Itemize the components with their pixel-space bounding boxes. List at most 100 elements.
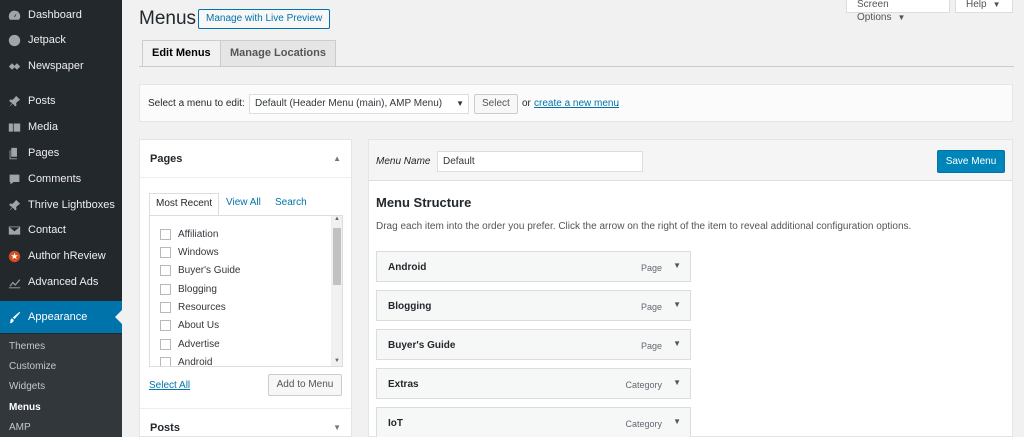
checkbox[interactable] (160, 228, 171, 240)
screen-options-label: Screen Options (857, 0, 892, 23)
help-button[interactable]: Help ▼ (955, 0, 1013, 13)
tab-view-all[interactable]: View All (226, 197, 261, 208)
checkbox[interactable] (160, 264, 171, 276)
page-label: Buyer's Guide (178, 264, 241, 276)
pages-checklist: Affiliation Windows Buyer's Guide Bloggi… (149, 215, 343, 367)
submenu-amp[interactable]: AMP (9, 422, 31, 433)
page-label: Blogging (178, 283, 217, 295)
posts-accordion-header[interactable]: Posts ▼ (140, 408, 351, 437)
menu-item[interactable]: IoT Category ▼ (376, 407, 691, 437)
checkbox[interactable] (160, 338, 171, 350)
sidebar-item-pages[interactable]: Pages (0, 141, 122, 165)
pages-title: Pages (150, 153, 183, 165)
add-to-menu-button[interactable]: Add to Menu (268, 374, 342, 396)
menu-item-title: IoT (388, 418, 403, 429)
expand-arrow-icon[interactable]: ▼ (673, 339, 681, 348)
manage-menus-bar: Select a menu to edit: Default (Header M… (139, 84, 1013, 122)
sidebar-item-jetpack[interactable]: Jetpack (0, 28, 122, 52)
list-item[interactable]: Resources (160, 300, 226, 314)
create-new-menu-link[interactable]: create a new menu (534, 98, 619, 109)
scroll-down-icon[interactable]: ▼ (334, 358, 340, 364)
menu-item[interactable]: Android Page ▼ (376, 251, 691, 282)
sidebar-item-posts[interactable]: Posts (0, 89, 122, 113)
admin-sidebar: Dashboard Jetpack Newspaper Posts Media … (0, 0, 122, 437)
menu-item-type: Page (640, 263, 662, 273)
menu-name-label: Menu Name (376, 156, 431, 167)
newspaper-icon (7, 59, 21, 73)
menu-structure-title: Menu Structure (376, 195, 472, 210)
expand-arrow-icon[interactable]: ▼ (673, 261, 681, 270)
menu-item-title: Android (388, 262, 427, 273)
tabs-divider (139, 66, 1014, 67)
list-item[interactable]: Windows (160, 245, 219, 259)
checkbox[interactable] (160, 283, 171, 295)
sidebar-item-label: Dashboard (28, 9, 82, 21)
menu-item-title: Buyer's Guide (388, 340, 456, 351)
sidebar-item-advanced-ads[interactable]: Advanced Ads (0, 270, 122, 294)
screen-options-button[interactable]: Screen Options ▼ (846, 0, 950, 23)
menu-item-type: Page (640, 341, 662, 351)
chevron-down-icon: ▼ (456, 99, 464, 108)
list-item[interactable]: Android (160, 355, 212, 366)
sidebar-item-appearance[interactable]: Appearance (0, 301, 122, 333)
tab-edit-menus[interactable]: Edit Menus (142, 40, 221, 67)
expand-arrow-icon[interactable]: ▼ (673, 300, 681, 309)
sidebar-item-newspaper[interactable]: Newspaper (0, 54, 122, 78)
checkbox[interactable] (160, 301, 171, 313)
posts-title: Posts (150, 422, 180, 434)
select-button[interactable]: Select (474, 94, 518, 114)
jetpack-icon (7, 33, 21, 47)
select-menu-label: Select a menu to edit: (148, 98, 245, 109)
page-label: About Us (178, 319, 220, 331)
checkbox[interactable] (160, 246, 171, 258)
sidebar-item-comments[interactable]: Comments (0, 167, 122, 191)
submenu-widgets[interactable]: Widgets (9, 381, 45, 392)
expand-arrow-icon[interactable]: ▼ (673, 417, 681, 426)
tab-most-recent[interactable]: Most Recent (149, 193, 220, 216)
select-all-link[interactable]: Select All (149, 380, 190, 391)
save-menu-button[interactable]: Save Menu (937, 150, 1005, 173)
dashboard-icon (7, 8, 21, 22)
sidebar-item-label: Advanced Ads (28, 276, 99, 288)
caret-down-icon: ▼ (992, 0, 1001, 9)
list-item[interactable]: Buyer's Guide (160, 263, 241, 277)
period-text: . (616, 98, 619, 109)
list-item[interactable]: Blogging (160, 282, 217, 296)
menu-item[interactable]: Buyer's Guide Page ▼ (376, 329, 691, 360)
list-item[interactable]: Affiliation (160, 227, 218, 241)
sidebar-item-dashboard[interactable]: Dashboard (0, 3, 122, 27)
sidebar-item-author-hreview[interactable]: Author hReview (0, 244, 122, 268)
submenu-menus[interactable]: Menus (9, 402, 41, 413)
menu-select-dropdown[interactable]: Default (Header Menu (main), AMP Menu) ▼ (249, 94, 469, 114)
caret-down-icon: ▼ (333, 423, 341, 432)
scroll-thumb[interactable] (333, 228, 341, 285)
sidebar-item-media[interactable]: Media (0, 115, 122, 139)
caret-down-icon: ▼ (897, 13, 906, 22)
list-item[interactable]: About Us (160, 318, 219, 332)
menu-item[interactable]: Extras Category ▼ (376, 368, 691, 399)
comments-icon (7, 172, 21, 186)
page-title: Menus (139, 8, 197, 29)
live-preview-button[interactable]: Manage with Live Preview (198, 9, 331, 29)
sidebar-item-label: Appearance (28, 311, 88, 323)
menu-item-title: Blogging (388, 301, 432, 312)
checkbox[interactable] (160, 319, 171, 331)
expand-arrow-icon[interactable]: ▼ (673, 378, 681, 387)
submenu-customize[interactable]: Customize (9, 361, 56, 372)
scroll-up-icon[interactable]: ▲ (334, 216, 340, 222)
sidebar-item-contact[interactable]: Contact (0, 218, 122, 242)
pin-icon (7, 198, 21, 212)
tab-manage-locations[interactable]: Manage Locations (220, 40, 336, 66)
sidebar-item-thrive-lightboxes[interactable]: Thrive Lightboxes (0, 193, 122, 217)
list-item[interactable]: Advertise (160, 337, 220, 351)
submenu-themes[interactable]: Themes (9, 341, 45, 352)
pages-accordion-header[interactable]: Pages ▲ (140, 140, 351, 178)
checkbox[interactable] (160, 356, 171, 366)
menu-item[interactable]: Blogging Page ▼ (376, 290, 691, 321)
tab-search[interactable]: Search (275, 197, 307, 208)
page-label: Resources (178, 301, 226, 313)
scrollbar[interactable]: ▲ ▼ (331, 216, 342, 366)
caret-up-icon: ▲ (333, 154, 341, 163)
menu-header: Menu Name Save Menu (369, 140, 1012, 181)
menu-name-input[interactable] (437, 151, 643, 172)
